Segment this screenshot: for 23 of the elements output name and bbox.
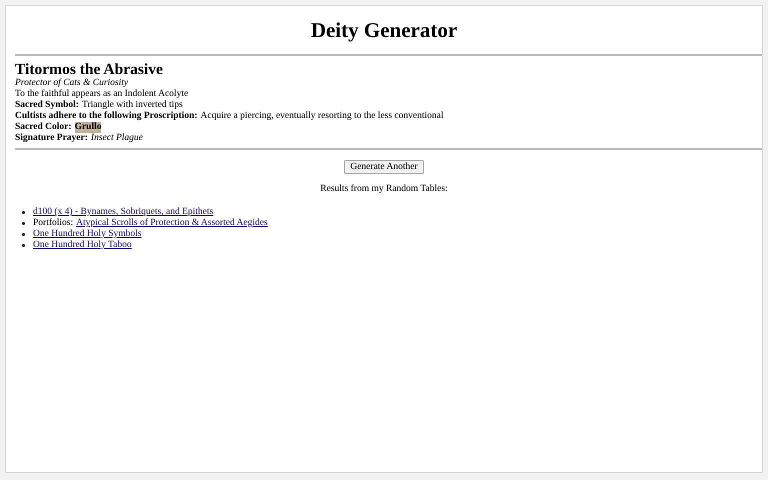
page-title: Deity Generator	[310, 18, 458, 42]
deity-name: Titormos the Abrasive	[15, 62, 164, 78]
table-link[interactable]: Atypical Scrolls of Protection & Assorted Aegides	[76, 218, 268, 229]
generate-button[interactable]: Generate Another	[344, 160, 424, 174]
deity-appearance: To the faithful appears as an Indolent Acolyte	[15, 89, 190, 100]
field-label: Sacred Color:	[15, 122, 72, 133]
table-link[interactable]: d100 (x 4) - Bynames, Sobriquets, and Epithets	[33, 207, 214, 218]
highlighted-value: Grullo	[74, 122, 102, 133]
field-value: Triangle with inverted tips	[82, 100, 183, 111]
item-label: Portfolios:	[33, 218, 74, 229]
bullet-icon	[22, 233, 25, 236]
field-label: Cultists adhere to the following Proscription:	[15, 111, 198, 122]
field-label: Sacred Symbol:	[15, 100, 79, 111]
field-value: Acquire a piercing, eventually resorting to the less conventional	[200, 111, 444, 122]
field-label: Signature Prayer:	[15, 133, 88, 144]
results-heading: Results from my Random Tables:	[320, 184, 448, 194]
bullet-icon	[22, 222, 25, 225]
table-link[interactable]: One Hundred Holy Taboo	[33, 240, 132, 251]
bullet-icon	[22, 244, 25, 247]
deity-epithet: Protector of Cats & Curiosity	[15, 78, 130, 89]
field-value: Insect Plague	[90, 133, 143, 144]
bullet-icon	[22, 211, 25, 214]
table-link[interactable]: One Hundred Holy Symbols	[33, 229, 142, 240]
